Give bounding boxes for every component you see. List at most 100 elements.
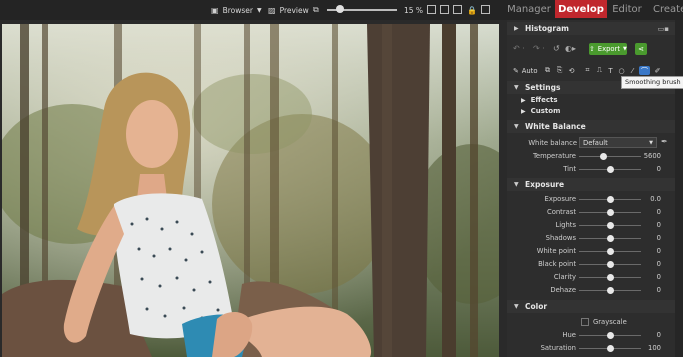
exposure-header[interactable]: ▼ Exposure [507, 178, 683, 191]
slider-thumb[interactable] [606, 222, 614, 229]
straighten-icon[interactable]: ⎍ [595, 66, 604, 75]
browser-toggle[interactable]: ▣ Browser ▼ [211, 0, 262, 20]
reset-icon[interactable]: ⟲ [567, 66, 576, 75]
settings-icon[interactable]: ▭▪ [658, 25, 669, 33]
chevron-down-icon: ▼ [256, 6, 262, 14]
slider-label: Hue [562, 331, 576, 339]
auto-button[interactable]: ✎ Auto [513, 66, 537, 76]
slider-label: Lights [555, 221, 576, 229]
slider-label: Saturation [540, 344, 576, 352]
white-balance-header[interactable]: ▼ White Balance [507, 120, 683, 133]
slider-label: Dehaze [550, 286, 576, 294]
chevron-right-icon: ▶ [521, 107, 526, 115]
slider-row: Saturation 100 [507, 342, 683, 354]
slider-thumb[interactable] [606, 248, 614, 255]
slider-track[interactable] [579, 156, 641, 157]
white-balance-select[interactable]: Default ▼ [579, 137, 657, 148]
tab-develop[interactable]: Develop [555, 0, 607, 18]
slider-row: Black point 0 [507, 258, 683, 270]
slider-row: Lights 0 [507, 219, 683, 231]
photo-canvas[interactable] [2, 24, 499, 357]
develop-panel: ▶ Histogram ▭▪ ↶ · ↷ · ↺ ◐▸ ⇪ Export ▼ ⋖… [507, 20, 683, 357]
grayscale-checkbox[interactable]: Grayscale [581, 317, 627, 327]
white-balance-title: White Balance [525, 122, 586, 131]
slider-label: White point [536, 247, 576, 255]
slider-value: 0 [656, 208, 661, 216]
browser-label: Browser [222, 5, 253, 15]
panel-scrollbar[interactable] [675, 20, 683, 357]
chevron-down-icon: ▼ [623, 46, 627, 52]
slider-label: Exposure [544, 195, 576, 203]
lock-icon[interactable]: 🔒 [467, 0, 477, 20]
slider-value: 0 [656, 331, 661, 339]
slider-label: Shadows [545, 234, 576, 242]
slider-thumb[interactable] [606, 332, 614, 339]
slider-thumb[interactable] [606, 235, 614, 242]
slider-thumb[interactable] [606, 209, 614, 216]
custom-title: Custom [530, 107, 561, 115]
crop-icon[interactable]: ⌗ [583, 66, 592, 75]
effects-title: Effects [530, 96, 558, 104]
tab-create[interactable]: Create [653, 0, 683, 18]
slider-row: Dehaze 0 [507, 284, 683, 296]
open-external-icon[interactable]: ⧉ [313, 0, 319, 20]
smoothing-brush-icon[interactable]: ⌒ [639, 66, 650, 75]
white-balance-row: White balance Default ▼ ✒ [507, 137, 683, 149]
slider-thumb[interactable] [606, 274, 614, 281]
slider-value: 0 [656, 286, 661, 294]
slider-value: 100 [648, 344, 661, 352]
eraser-icon[interactable]: ✐ [653, 66, 662, 75]
preview-toggle[interactable]: ▨ Preview [268, 0, 309, 20]
histogram-title: Histogram [525, 24, 569, 33]
rotate-icon[interactable]: ↺ [553, 44, 560, 53]
compare-icon[interactable] [453, 5, 462, 14]
slider-thumb[interactable] [606, 287, 614, 294]
custom-header[interactable]: ▶ Custom [507, 105, 683, 117]
export-button[interactable]: ⇪ Export ▼ [589, 43, 627, 55]
white-balance-value: Default [583, 139, 608, 147]
layout-icon[interactable] [481, 5, 490, 14]
chevron-down-icon: ▼ [514, 84, 519, 91]
fit-icon[interactable] [427, 5, 436, 14]
slider-label: Black point [538, 260, 576, 268]
circle-icon[interactable]: ○ [617, 66, 626, 75]
slider-value: 0 [656, 165, 661, 173]
text-icon[interactable]: T [606, 66, 615, 75]
slider-thumb[interactable] [606, 196, 614, 203]
histogram-header[interactable]: ▶ Histogram ▭▪ [507, 22, 683, 35]
color-header[interactable]: ▼ Color [507, 300, 683, 313]
brush-icon[interactable]: ⁄ [628, 66, 637, 75]
export-icon: ⇪ [589, 45, 595, 53]
preview-label: Preview [279, 5, 309, 15]
chevron-right-icon: ▶ [514, 25, 519, 32]
slider-thumb[interactable] [606, 166, 614, 173]
slider-thumb[interactable] [600, 153, 608, 160]
slider-row: Exposure 0.0 [507, 193, 683, 205]
fullscreen-icon[interactable] [440, 5, 449, 14]
undo-icon[interactable]: ↶ · [513, 44, 525, 53]
tab-manager[interactable]: Manager [506, 0, 552, 18]
slider-thumb[interactable] [606, 261, 614, 268]
copy-icon[interactable]: ⧉ [543, 66, 552, 75]
paste-icon[interactable]: ⎘ [555, 66, 564, 75]
browser-icon: ▣ [211, 5, 219, 15]
tab-editor[interactable]: Editor [610, 0, 644, 18]
zoom-slider-thumb[interactable] [336, 5, 345, 13]
share-icon[interactable]: ⋖ [635, 43, 647, 55]
chevron-down-icon: ▼ [649, 140, 653, 146]
tooltip: Smoothing brush (U) [621, 76, 683, 89]
slider-value: 0 [656, 221, 661, 229]
chevron-down-icon: ▼ [514, 123, 519, 130]
export-label: Export [597, 45, 621, 53]
zoom-value: 15 % [404, 5, 424, 15]
portrait-photo [2, 24, 499, 357]
redo-icon[interactable]: ↷ · [533, 44, 545, 53]
eyedropper-icon[interactable]: ✒ [661, 137, 668, 146]
grayscale-label: Grayscale [593, 318, 627, 326]
slider-row: Hue 0 [507, 329, 683, 341]
adjust-icon[interactable]: ◐▸ [565, 44, 576, 53]
slider-value: 0 [656, 247, 661, 255]
chevron-down-icon: ▼ [514, 303, 519, 310]
slider-row: Shadows 0 [507, 232, 683, 244]
slider-thumb[interactable] [606, 345, 614, 352]
